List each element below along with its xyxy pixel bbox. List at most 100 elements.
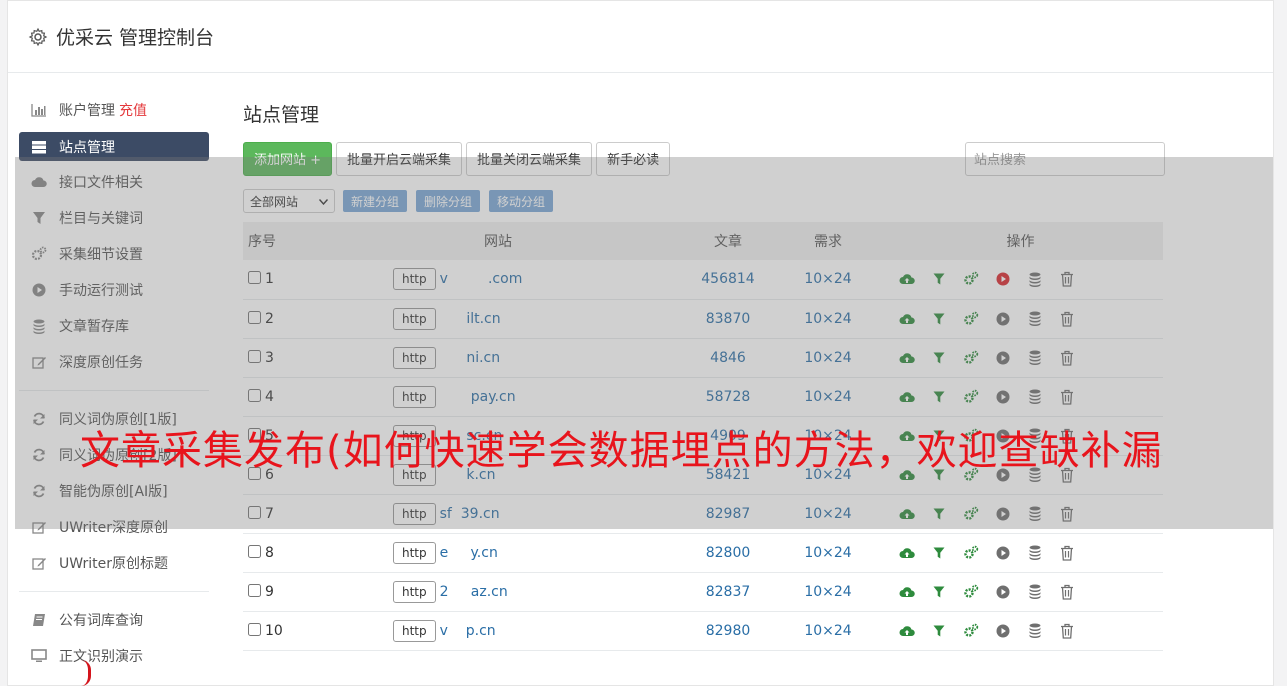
add-site-button[interactable]: 添加网站 + — [243, 141, 333, 176]
database-icon[interactable] — [1026, 270, 1044, 288]
article-count[interactable]: 82800 — [678, 533, 778, 572]
demand-value[interactable]: 10×24 — [778, 299, 878, 338]
cogs-icon[interactable] — [962, 349, 980, 367]
sidebar-item-manual-run[interactable]: 手动运行测试 — [19, 272, 209, 308]
delete-group-button[interactable]: 删除分组 — [416, 190, 481, 212]
site-domain-link[interactable]: v p.cn — [440, 623, 496, 639]
sidebar-item-columns-keywords[interactable]: 栏目与关键词 — [19, 200, 209, 236]
play-circle-icon[interactable] — [994, 270, 1012, 288]
trash-icon[interactable] — [1058, 349, 1076, 367]
cogs-icon[interactable] — [962, 583, 980, 601]
cloud-upload-icon[interactable] — [898, 310, 916, 328]
play-circle-icon[interactable] — [994, 310, 1012, 328]
sidebar-item-uwriter-deep[interactable]: UWriter深度原创 — [19, 509, 209, 545]
database-icon[interactable] — [1026, 505, 1044, 523]
row-checkbox[interactable] — [248, 544, 261, 558]
demand-value[interactable]: 10×24 — [778, 533, 878, 572]
play-circle-icon[interactable] — [994, 622, 1012, 640]
play-circle-icon[interactable] — [994, 349, 1012, 367]
sidebar-item-uwriter-title[interactable]: UWriter原创标题 — [19, 545, 209, 581]
protocol-badge[interactable]: http — [393, 619, 436, 642]
cogs-icon[interactable] — [962, 310, 980, 328]
filter-icon[interactable] — [930, 583, 948, 601]
play-circle-icon[interactable] — [994, 583, 1012, 601]
cogs-icon[interactable] — [962, 388, 980, 406]
cloud-upload-icon[interactable] — [898, 583, 916, 601]
cloud-upload-icon[interactable] — [898, 622, 916, 640]
database-icon[interactable] — [1026, 310, 1044, 328]
database-icon[interactable] — [1026, 622, 1044, 640]
sidebar-item-collect-settings[interactable]: 采集细节设置 — [19, 236, 209, 272]
demand-value[interactable]: 10×24 — [778, 338, 878, 377]
sidebar-item-public-lexicon[interactable]: 公有词库查询 — [19, 602, 209, 638]
sidebar-item-article-store[interactable]: 文章暂存库 — [19, 308, 209, 344]
protocol-badge[interactable]: http — [393, 346, 436, 369]
site-domain-link[interactable]: pay.cn — [440, 389, 516, 405]
cloud-upload-icon[interactable] — [898, 388, 916, 406]
database-icon[interactable] — [1026, 388, 1044, 406]
filter-icon[interactable] — [930, 388, 948, 406]
row-checkbox[interactable] — [248, 505, 261, 519]
site-domain-link[interactable]: e y.cn — [440, 545, 498, 561]
filter-icon[interactable] — [930, 270, 948, 288]
site-domain-link[interactable]: v .com — [440, 271, 523, 287]
filter-icon[interactable] — [930, 349, 948, 367]
row-checkbox[interactable] — [248, 310, 261, 324]
database-icon[interactable] — [1026, 349, 1044, 367]
recharge-link[interactable]: 充值 — [119, 100, 147, 120]
trash-icon[interactable] — [1058, 505, 1076, 523]
protocol-badge[interactable]: http — [393, 502, 436, 525]
article-count[interactable]: 456814 — [678, 260, 778, 299]
filter-icon[interactable] — [930, 505, 948, 523]
article-count[interactable]: 83870 — [678, 299, 778, 338]
trash-icon[interactable] — [1058, 583, 1076, 601]
sidebar-item-sites[interactable]: 站点管理 — [19, 132, 209, 161]
database-icon[interactable] — [1026, 583, 1044, 601]
article-count[interactable]: 4846 — [678, 338, 778, 377]
sidebar-item-account[interactable]: 账户管理 充值 — [19, 92, 209, 128]
site-search-input[interactable]: 站点搜索 — [965, 141, 1165, 176]
batch-open-cloud-button[interactable]: 批量开启云端采集 — [336, 141, 463, 176]
cogs-icon[interactable] — [962, 505, 980, 523]
site-domain-link[interactable]: ni.cn — [440, 350, 500, 366]
article-count[interactable]: 58728 — [678, 377, 778, 416]
demand-value[interactable]: 10×24 — [778, 494, 878, 533]
site-domain-link[interactable]: sf 39.cn — [440, 506, 500, 522]
filter-icon[interactable] — [930, 544, 948, 562]
article-count[interactable]: 82837 — [678, 572, 778, 611]
play-circle-icon[interactable] — [994, 388, 1012, 406]
cogs-icon[interactable] — [962, 622, 980, 640]
sidebar-item-interface-files[interactable]: 接口文件相关 — [19, 164, 209, 200]
protocol-badge[interactable]: http — [393, 268, 436, 291]
cloud-upload-icon[interactable] — [898, 349, 916, 367]
new-group-button[interactable]: 新建分组 — [343, 190, 408, 212]
row-checkbox[interactable] — [248, 349, 261, 363]
article-count[interactable]: 82987 — [678, 494, 778, 533]
trash-icon[interactable] — [1058, 270, 1076, 288]
demand-value[interactable]: 10×24 — [778, 260, 878, 299]
trash-icon[interactable] — [1058, 310, 1076, 328]
sidebar-item-deep-original[interactable]: 深度原创任务 — [19, 344, 209, 380]
row-checkbox[interactable] — [248, 622, 261, 636]
trash-icon[interactable] — [1058, 388, 1076, 406]
cloud-upload-icon[interactable] — [898, 505, 916, 523]
site-domain-link[interactable]: 2 az.cn — [440, 584, 508, 600]
batch-close-cloud-button[interactable]: 批量关闭云端采集 — [466, 141, 593, 176]
row-checkbox[interactable] — [248, 388, 261, 402]
database-icon[interactable] — [1026, 544, 1044, 562]
newbie-guide-button[interactable]: 新手必读 — [596, 141, 671, 176]
play-circle-icon[interactable] — [994, 544, 1012, 562]
demand-value[interactable]: 10×24 — [778, 377, 878, 416]
cloud-upload-icon[interactable] — [898, 544, 916, 562]
demand-value[interactable]: 10×24 — [778, 611, 878, 650]
protocol-badge[interactable]: http — [393, 580, 436, 603]
sidebar-item-ai-original[interactable]: 智能伪原创[AI版] — [19, 473, 209, 509]
filter-icon[interactable] — [930, 622, 948, 640]
cloud-upload-icon[interactable] — [898, 270, 916, 288]
trash-icon[interactable] — [1058, 622, 1076, 640]
row-checkbox[interactable] — [248, 271, 261, 285]
demand-value[interactable]: 10×24 — [778, 572, 878, 611]
protocol-badge[interactable]: http — [393, 385, 436, 408]
row-checkbox[interactable] — [248, 583, 261, 597]
sidebar-item-text-recognition[interactable]: 正文识别演示 — [19, 638, 209, 674]
